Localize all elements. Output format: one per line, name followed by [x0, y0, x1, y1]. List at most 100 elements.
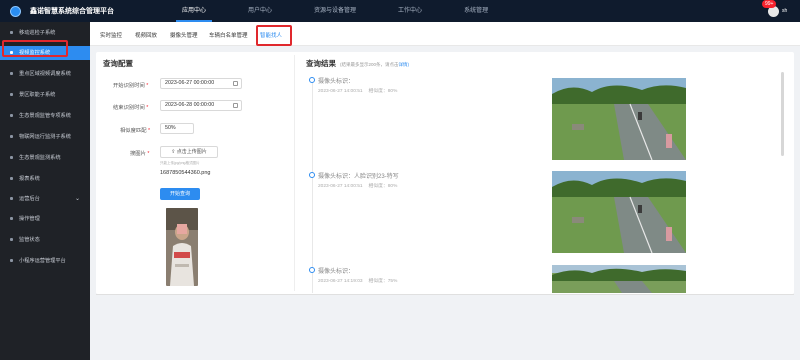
start-time-label: 开始识别时间 * [113, 81, 148, 89]
result-meta: 2023-06-27 14:00:51 相似度：80% [318, 87, 397, 94]
uploaded-filename: 1687850544360.png [160, 170, 211, 176]
result-similarity: 相似度：80% [368, 89, 398, 94]
notification-badge: 99+ [762, 0, 777, 8]
end-time-input[interactable]: 2023-06-28 00:00:00 [160, 100, 242, 111]
sidebar-item-label: 景区职能子系统 [19, 92, 56, 98]
sidebar-item-label: 生态景观监测系统 [19, 155, 61, 161]
similarity-label-text: 相似度匹配 [120, 128, 147, 134]
park-path-snapshot [552, 171, 686, 253]
timeline-dot [309, 267, 315, 273]
sidebar-item-iot-monitoring[interactable]: 物联网运行监测子系统 [0, 130, 90, 144]
person-photo [166, 208, 198, 286]
result-time: 2023-06-27 14:00:51 [318, 89, 363, 94]
sidebar-item-label: 小程序运营管理平台 [19, 258, 66, 264]
menu-item-icon [10, 114, 13, 118]
sidebar: 移动巡检子系统 视频监控系统 重点区域视频调度系统 景区职能子系统 生态景观监管… [0, 22, 90, 360]
topnav-system-management[interactable]: 系统管理 [450, 0, 502, 22]
result-snapshot[interactable] [552, 78, 686, 160]
result-time: 2023-06-27 14:00:51 [318, 184, 363, 189]
end-time-label-text: 结束识别时间 [113, 105, 145, 111]
sidebar-highlight-box [2, 40, 68, 57]
result-camera-label: 摄像头标识： [318, 79, 355, 85]
result-time: 2023-06-27 14:19:03 [318, 279, 363, 284]
uploaded-photo-preview [166, 208, 198, 286]
tab-bar: 实时监控 视频回放 摄像头管理 车辆白名单管理 智能找人 [90, 22, 800, 46]
app-title: 鑫诺智慧系统综合管理平台 [30, 8, 114, 15]
result-meta: 2023-06-27 14:00:51 相似度：80% [318, 182, 397, 189]
topnav-work-center[interactable]: 工作中心 [384, 0, 436, 22]
image-label-text: 搜图片 [130, 151, 146, 157]
menu-item-icon [10, 259, 13, 263]
sidebar-item-label: 物联网运行监测子系统 [19, 134, 71, 140]
timeline-line [312, 79, 313, 293]
sidebar-item-miniprogram[interactable]: 小程序运营管理平台 [0, 254, 90, 268]
result-snapshot[interactable] [552, 171, 686, 253]
start-time-label-text: 开始识别时间 [113, 83, 145, 89]
calendar-icon [233, 81, 238, 86]
sidebar-item-label: 操作管理 [19, 216, 40, 222]
menu-item-icon [10, 72, 13, 76]
park-path-snapshot [552, 265, 686, 293]
similarity-label: 相似度匹配 * [120, 126, 150, 134]
result-similarity: 相似度：80% [368, 184, 398, 189]
top-nav: 应用中心 用户中心 资源与设备管理 工作中心 系统管理 [168, 0, 516, 22]
sidebar-item-label: 报表系统 [19, 176, 40, 182]
menu-item-icon [10, 217, 13, 221]
sidebar-item-label: 移动巡检子系统 [19, 30, 56, 36]
menu-item-icon [10, 197, 13, 201]
tab-highlight-box [256, 25, 292, 46]
sidebar-item-mobile-inspection[interactable]: 移动巡检子系统 [0, 26, 90, 40]
results-subtitle-text: (结果最多显示200条，请点击 [340, 62, 399, 67]
sidebar-item-label: 重点区域视频调度系统 [19, 71, 71, 77]
tab-video-playback[interactable]: 视频回放 [135, 31, 157, 39]
menu-item-icon [10, 135, 13, 139]
start-query-button[interactable]: 开始查询 [160, 188, 200, 200]
sidebar-item-label: 生态景观监管专项系统 [19, 113, 71, 119]
sidebar-item-eco-monitoring[interactable]: 生态景观监测系统 [0, 151, 90, 165]
config-title: 查询配置 [103, 59, 133, 68]
timeline-dot [309, 77, 315, 83]
results-scrollbar[interactable] [781, 72, 784, 156]
menu-item-icon [10, 238, 13, 242]
sidebar-item-scenic-function[interactable]: 景区职能子系统 [0, 88, 90, 102]
tab-vehicle-whitelist[interactable]: 车辆白名单管理 [209, 31, 248, 39]
upload-icon: ⇪ [171, 149, 176, 155]
start-time-input[interactable]: 2023-06-27 00:00:00 [160, 78, 242, 89]
results-subtitle-link[interactable]: 详情) [399, 62, 410, 67]
app-logo-icon [10, 6, 21, 17]
menu-item-icon [10, 177, 13, 181]
sidebar-item-report[interactable]: 报表系统 [0, 172, 90, 186]
result-snapshot[interactable] [552, 265, 686, 293]
results-title-text: 查询结果 [306, 59, 336, 68]
calendar-icon [233, 103, 238, 108]
tab-live-monitoring[interactable]: 实时监控 [100, 31, 122, 39]
tab-camera-management[interactable]: 摄像头管理 [170, 31, 198, 39]
result-camera-label: 摄像头标识：人脸识别23-特写 [318, 174, 399, 180]
topnav-app-center[interactable]: 应用中心 [168, 0, 220, 22]
timeline-dot [309, 172, 315, 178]
user-name[interactable]: sh [782, 8, 787, 14]
required-mark: * [147, 151, 150, 157]
result-camera-label: 摄像头标识： [318, 269, 355, 275]
upload-hint: 只能上传jpg/png格式图片 [160, 161, 200, 165]
upload-image-button[interactable]: ⇪ 点击上传图片 [160, 146, 218, 158]
park-path-snapshot [552, 78, 686, 160]
required-mark: * [146, 105, 149, 111]
end-time-value: 2023-06-28 00:00:00 [165, 102, 215, 108]
card-bottom-border [96, 294, 794, 295]
sidebar-item-label: 监管状态 [19, 237, 40, 243]
sidebar-item-operation-management[interactable]: 操作管理 [0, 212, 90, 226]
result-similarity: 相似度：75% [368, 279, 398, 284]
top-bar: 鑫诺智慧系统综合管理平台 应用中心 用户中心 资源与设备管理 工作中心 系统管理… [0, 0, 800, 22]
topnav-user-center[interactable]: 用户中心 [234, 0, 286, 22]
topnav-resource-management[interactable]: 资源与设备管理 [300, 0, 370, 22]
results-subtitle: (结果最多显示200条，请点击详情) [340, 62, 409, 67]
sidebar-item-supervision-status[interactable]: 监管状态 [0, 233, 90, 247]
similarity-input[interactable]: 50% [160, 123, 194, 134]
image-label: 搜图片 * [130, 149, 149, 157]
menu-item-icon [10, 93, 13, 97]
menu-item-icon [10, 156, 13, 160]
sidebar-item-eco-supervision[interactable]: 生态景观监管专项系统 [0, 109, 90, 123]
sidebar-item-operations-backend[interactable]: 运营后台 ⌄ [0, 192, 90, 206]
sidebar-item-video-dispatch[interactable]: 重点区域视频调度系统 [0, 67, 90, 81]
